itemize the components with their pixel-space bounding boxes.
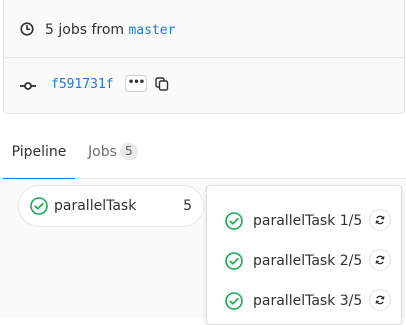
job-name: parallelTask 2/5 [253, 253, 363, 269]
status-success-icon [225, 212, 243, 230]
retry-icon [375, 255, 385, 265]
pipeline-info-card: 5 jobs from master f591731f ••• [3, 0, 405, 114]
tab-pipeline-label: Pipeline [11, 144, 67, 160]
stage-dropdown-button[interactable]: parallelTask 5 [18, 185, 204, 227]
copy-icon[interactable] [155, 77, 169, 91]
jobs-count-badge: 5 [119, 143, 138, 160]
jobs-dropdown-menu: parallelTask 1/5 parallelTask 2/5 parall… [206, 185, 402, 325]
commit-icon [20, 82, 36, 90]
job-item[interactable]: parallelTask 2/5 [207, 241, 401, 281]
retry-job-button[interactable] [369, 209, 391, 231]
job-name: parallelTask 1/5 [253, 213, 363, 229]
job-item[interactable]: parallelTask 1/5 [207, 201, 401, 241]
retry-job-button[interactable] [369, 249, 391, 271]
job-name: parallelTask 3/5 [253, 293, 363, 309]
status-success-icon [225, 252, 243, 270]
branch-link[interactable]: master [128, 23, 175, 38]
tab-jobs-label: Jobs [88, 144, 117, 160]
jobs-summary: 5 jobs from master [45, 21, 175, 40]
commit-sha-link[interactable]: f591731f [51, 76, 114, 94]
pipeline-tabs: Pipeline Jobs 5 [0, 132, 406, 180]
stage-job-count: 5 [183, 198, 192, 214]
jobs-count-text: 5 jobs from [45, 22, 125, 38]
stage-name: parallelTask [54, 198, 137, 214]
jobs-summary-row: 5 jobs from master [4, 0, 404, 58]
retry-icon [375, 295, 385, 305]
retry-job-button[interactable] [369, 289, 391, 311]
expand-commit-message-button[interactable]: ••• [125, 75, 147, 92]
pipeline-graph: parallelTask 5 parallelTask 1/5 parallel… [0, 179, 406, 325]
clock-icon [20, 22, 34, 36]
job-item[interactable]: parallelTask 3/5 [207, 281, 401, 321]
tab-pipeline[interactable]: Pipeline [3, 132, 75, 180]
tab-jobs[interactable]: Jobs 5 [88, 132, 138, 178]
retry-icon [375, 215, 385, 225]
status-success-icon [225, 292, 243, 310]
status-success-icon [30, 197, 48, 215]
